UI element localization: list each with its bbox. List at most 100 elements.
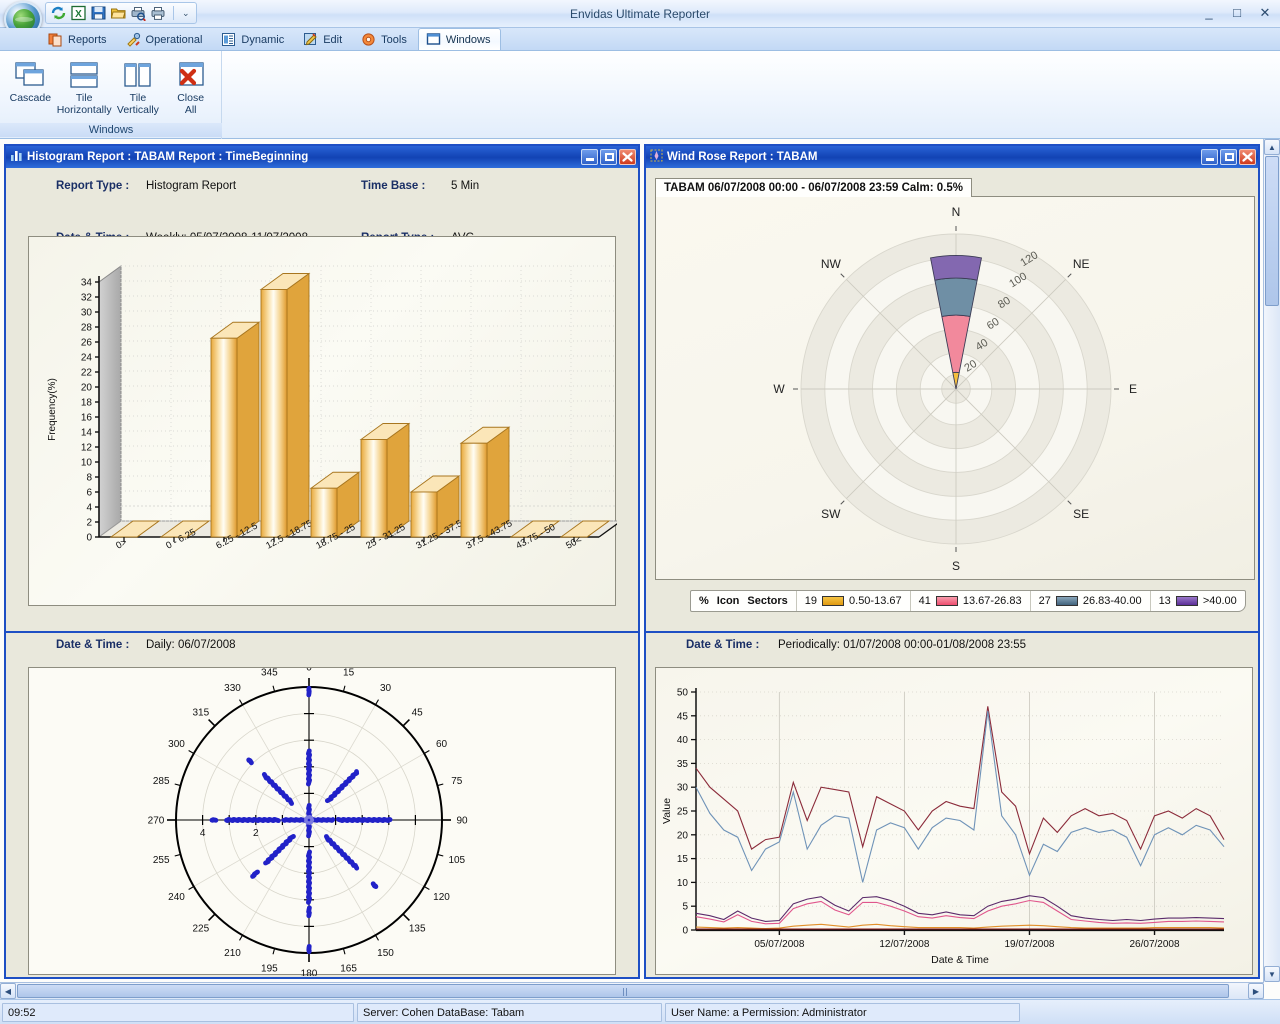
svg-text:240: 240 bbox=[168, 892, 185, 903]
tab-tools[interactable]: Tools bbox=[353, 28, 418, 50]
wind-rose-icon bbox=[650, 149, 663, 165]
windrose-maximize-button[interactable] bbox=[1220, 149, 1237, 165]
tab-label: Operational bbox=[146, 34, 203, 46]
svg-text:2: 2 bbox=[86, 518, 92, 529]
tile-vertically-label2: Vertically bbox=[112, 104, 165, 116]
chevron-down-icon[interactable]: ⌄ bbox=[180, 8, 192, 19]
svg-text:5: 5 bbox=[682, 902, 688, 913]
maximize-button[interactable]: □ bbox=[1228, 4, 1246, 22]
polar-scatter-chart: 0240153045607590105120135150165180195210… bbox=[28, 667, 616, 975]
refresh-icon[interactable] bbox=[50, 5, 67, 21]
windrose-caption: TABAM 06/07/2008 00:00 - 06/07/2008 23:5… bbox=[655, 178, 972, 197]
scroll-left-button[interactable]: ◀ bbox=[0, 983, 16, 999]
tab-label: Windows bbox=[446, 34, 491, 46]
svg-text:26: 26 bbox=[81, 338, 93, 349]
windrose-window-controls bbox=[1201, 149, 1258, 165]
save-icon[interactable] bbox=[90, 5, 107, 21]
svg-text:SE: SE bbox=[1073, 507, 1089, 521]
tab-operational[interactable]: Operational bbox=[118, 28, 214, 50]
close-button[interactable]: ✕ bbox=[1256, 4, 1274, 22]
vertical-scroll-thumb[interactable] bbox=[1265, 156, 1279, 306]
svg-text:22: 22 bbox=[81, 368, 93, 379]
tab-edit[interactable]: Edit bbox=[295, 28, 353, 50]
svg-text:345: 345 bbox=[261, 668, 278, 679]
svg-text:NW: NW bbox=[821, 257, 842, 271]
report-type-value: Histogram Report bbox=[146, 180, 236, 192]
svg-text:300: 300 bbox=[168, 739, 185, 750]
svg-text:30: 30 bbox=[81, 308, 93, 319]
legend-swatch bbox=[822, 596, 844, 606]
svg-text:90: 90 bbox=[456, 816, 468, 827]
wind-rose-report-window: Wind Rose Report : TABAM TABAM 06/07/200… bbox=[644, 144, 1260, 634]
histogram-window-controls bbox=[581, 149, 638, 165]
horizontal-scroll-thumb[interactable] bbox=[17, 984, 1229, 998]
histogram-close-button[interactable] bbox=[619, 149, 636, 165]
svg-text:0>: 0> bbox=[114, 537, 129, 552]
mdi-vertical-scrollbar[interactable]: ▲ ▼ bbox=[1263, 139, 1280, 982]
histogram-maximize-button[interactable] bbox=[600, 149, 617, 165]
histogram-minimize-button[interactable] bbox=[581, 149, 598, 165]
close-all-button[interactable]: Close All bbox=[164, 56, 217, 116]
legend-icon-header: Icon bbox=[717, 595, 740, 607]
svg-text:16: 16 bbox=[81, 413, 93, 424]
svg-text:18: 18 bbox=[81, 398, 93, 409]
polar-plot-svg: 0240153045607590105120135150165180195210… bbox=[29, 668, 617, 976]
svg-text:150: 150 bbox=[377, 948, 394, 959]
svg-text:270: 270 bbox=[148, 816, 165, 827]
windrose-window-titlebar[interactable]: Wind Rose Report : TABAM bbox=[646, 146, 1258, 168]
minimize-button[interactable]: _ bbox=[1200, 4, 1218, 22]
legend-range: 0.50-13.67 bbox=[849, 595, 902, 607]
tools-icon bbox=[361, 32, 376, 47]
windrose-window-title: Wind Rose Report : TABAM bbox=[667, 151, 817, 163]
svg-text:20: 20 bbox=[677, 830, 689, 841]
windows-icon bbox=[426, 32, 441, 47]
polar-info-panel: Date & Time : Daily: 06/07/2008 bbox=[6, 633, 638, 665]
close-all-icon bbox=[164, 58, 217, 92]
open-folder-icon[interactable] bbox=[110, 5, 127, 21]
svg-text:12: 12 bbox=[81, 443, 93, 454]
legend-swatch bbox=[1056, 596, 1078, 606]
svg-text:12/07/2008: 12/07/2008 bbox=[879, 939, 929, 950]
svg-text:30: 30 bbox=[677, 783, 689, 794]
tile-vertically-button[interactable]: Tile Vertically bbox=[112, 56, 165, 116]
print-preview-icon[interactable] bbox=[130, 5, 147, 21]
svg-text:75: 75 bbox=[451, 776, 463, 787]
windrose-close-button[interactable] bbox=[1239, 149, 1256, 165]
mdi-horizontal-scrollbar[interactable]: ◀ ▶ bbox=[0, 982, 1264, 999]
tab-windows[interactable]: Windows bbox=[418, 28, 502, 50]
svg-text:45: 45 bbox=[412, 707, 424, 718]
svg-text:SW: SW bbox=[821, 507, 841, 521]
operational-icon bbox=[126, 32, 141, 47]
svg-text:25: 25 bbox=[677, 807, 689, 818]
timeseries-info-panel: Date & Time : Periodically: 01/07/2008 0… bbox=[646, 633, 1258, 665]
legend-item-2: 27 26.83-40.00 bbox=[1030, 591, 1150, 611]
cascade-icon bbox=[4, 58, 57, 92]
print-icon[interactable] bbox=[150, 5, 167, 21]
histogram-window-titlebar[interactable]: Histogram Report : TABAM Report : TimeBe… bbox=[6, 146, 638, 168]
time-series-plot-svg: 05101520253035404550Value05/07/200812/07… bbox=[656, 668, 1254, 976]
cascade-button[interactable]: Cascade bbox=[4, 56, 57, 116]
scroll-right-button[interactable]: ▶ bbox=[1248, 983, 1264, 999]
report-type-label: Report Type : bbox=[56, 180, 129, 192]
time-series-chart: 05101520253035404550Value05/07/200812/07… bbox=[655, 667, 1253, 975]
svg-text:120: 120 bbox=[433, 892, 450, 903]
legend-item-1: 41 13.67-26.83 bbox=[910, 591, 1030, 611]
tab-dynamic[interactable]: Dynamic bbox=[213, 28, 295, 50]
svg-text:0: 0 bbox=[306, 668, 312, 674]
tab-reports[interactable]: Reports bbox=[40, 28, 118, 50]
windrose-minimize-button[interactable] bbox=[1201, 149, 1218, 165]
scroll-down-button[interactable]: ▼ bbox=[1264, 966, 1280, 982]
tile-horizontally-button[interactable]: Tile Horizontally bbox=[57, 56, 112, 116]
excel-export-icon[interactable]: X bbox=[70, 5, 87, 21]
svg-text:8: 8 bbox=[86, 473, 92, 484]
svg-text:34: 34 bbox=[81, 278, 93, 289]
scroll-up-button[interactable]: ▲ bbox=[1264, 139, 1280, 155]
ribbon-group-title: Windows bbox=[0, 123, 222, 137]
legend-percent: 27 bbox=[1039, 595, 1051, 607]
wind-rose-plot-svg: 20406080100120NNEESESSWWNW bbox=[656, 197, 1256, 581]
reports-icon bbox=[48, 32, 63, 47]
legend-percent: 41 bbox=[919, 595, 931, 607]
tile-vertical-icon bbox=[112, 58, 165, 92]
time-base-value: 5 Min bbox=[451, 180, 479, 192]
svg-text:28: 28 bbox=[81, 323, 93, 334]
